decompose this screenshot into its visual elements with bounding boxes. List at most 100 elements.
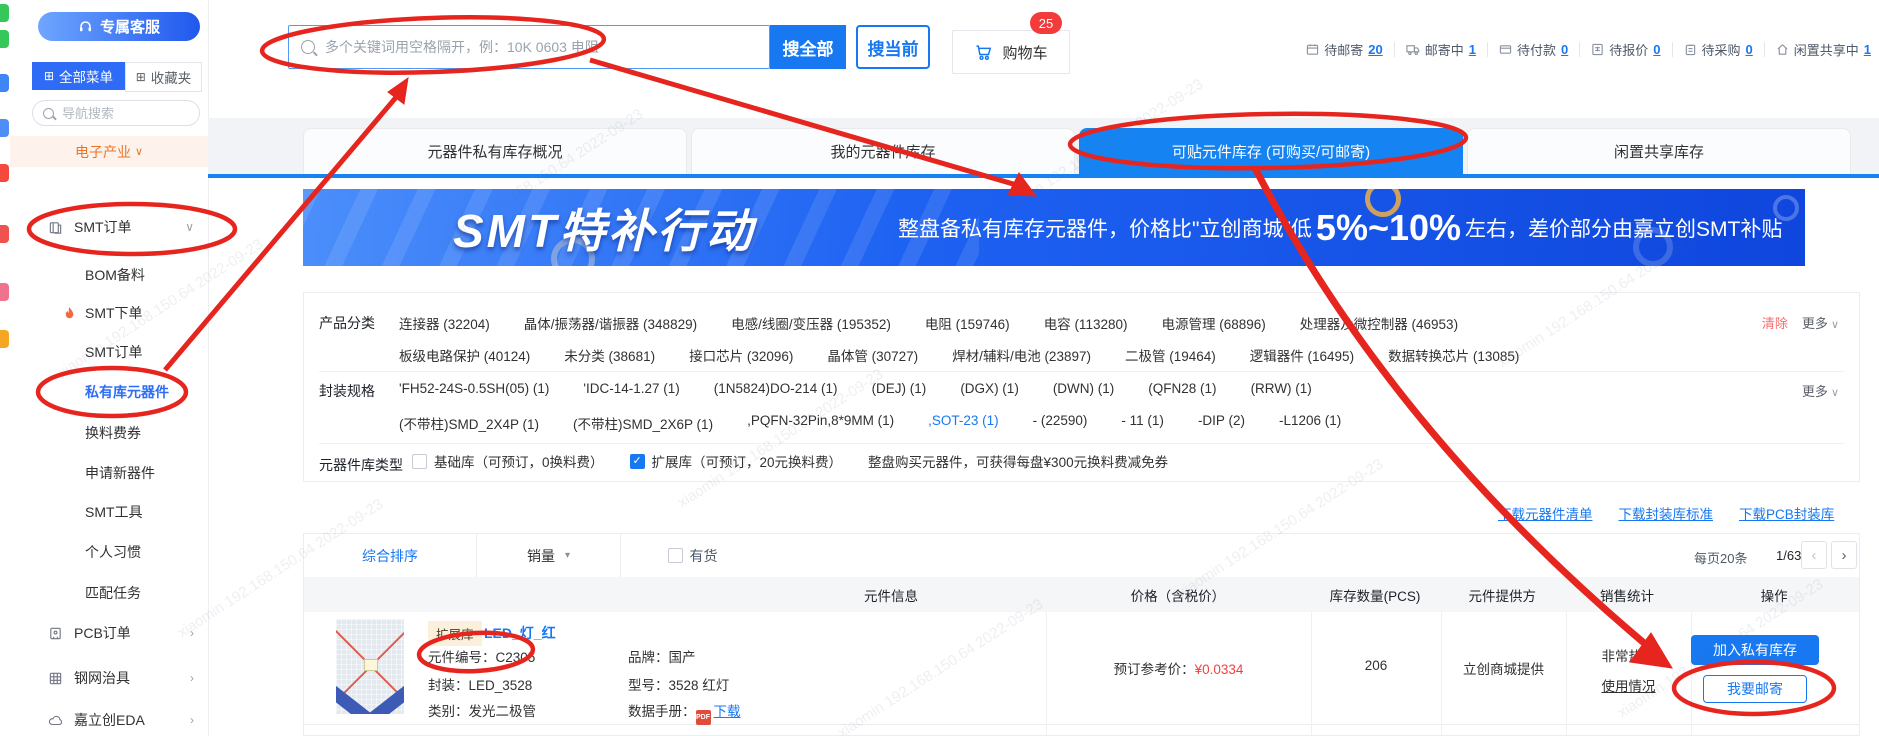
dock-app-icon[interactable] bbox=[0, 30, 9, 48]
part-photo[interactable] bbox=[336, 619, 404, 714]
clear-button[interactable]: 清除 bbox=[1762, 313, 1788, 332]
status-pending-quote[interactable]: 待报价0 bbox=[1591, 40, 1660, 59]
category-option[interactable]: 二极管 (19464) bbox=[1125, 345, 1216, 365]
package-option[interactable]: (不带柱)SMD_2X4P (1) bbox=[399, 413, 539, 433]
category-option[interactable]: 处理器及微控制器 (46953) bbox=[1300, 313, 1458, 333]
status-count[interactable]: 20 bbox=[1368, 42, 1382, 57]
package-option[interactable]: - (22590) bbox=[1033, 413, 1088, 433]
status-pending-payment[interactable]: 待付款0 bbox=[1499, 40, 1568, 59]
sidebar-item-smt-tools[interactable]: SMT工具 bbox=[10, 492, 208, 532]
sidebar-tab-favorites[interactable]: ⊞ 收藏夹 bbox=[125, 62, 202, 92]
dock-app-icon[interactable] bbox=[0, 283, 9, 301]
package-option[interactable]: (DEJ) (1) bbox=[872, 381, 927, 396]
sort-sales-button[interactable]: 销量 bbox=[477, 534, 621, 577]
download-package-standard-link[interactable]: 下载封装库标准 bbox=[1619, 503, 1714, 523]
status-count[interactable]: 1 bbox=[1864, 42, 1871, 57]
package-option[interactable]: (不带柱)SMD_2X6P (1) bbox=[573, 413, 713, 433]
category-option[interactable]: 电阻 (159746) bbox=[925, 313, 1010, 333]
datasheet-download-link[interactable]: 下载 bbox=[714, 704, 741, 719]
category-option[interactable]: 数据转换芯片 (13085) bbox=[1388, 345, 1519, 365]
part-search-input[interactable] bbox=[323, 38, 757, 56]
promo-banner[interactable]: SMT特补行动 整盘备私有库存元器件，价格比"立创商城"低5%~10%左右，差价… bbox=[303, 189, 1805, 266]
more-categories-button[interactable]: 更多 bbox=[1802, 313, 1839, 332]
tab-private-overview[interactable]: 元器件私有库存概况 bbox=[303, 128, 687, 174]
package-option[interactable]: ,PQFN-32Pin,8*9MM (1) bbox=[747, 413, 894, 433]
package-option[interactable]: (1N5824)DO-214 (1) bbox=[714, 381, 838, 396]
sidebar-item-apply-new-part[interactable]: 申请新器件 bbox=[10, 453, 208, 493]
nav-search-input[interactable] bbox=[60, 105, 174, 122]
search-current-button[interactable]: 搜当前 bbox=[856, 25, 930, 69]
package-option[interactable]: (QFN28 (1) bbox=[1148, 381, 1216, 396]
package-option[interactable]: -DIP (2) bbox=[1198, 413, 1245, 433]
sidebar-item-stencil[interactable]: 钢网治具 › bbox=[10, 658, 208, 698]
category-option[interactable]: 电源管理 (68896) bbox=[1161, 313, 1265, 333]
package-option[interactable]: 'FH52-24S-0.5SH(05) (1) bbox=[399, 381, 549, 396]
category-option[interactable]: 焊材/辅料/电池 (23897) bbox=[952, 345, 1091, 365]
category-option[interactable]: 电容 (113280) bbox=[1044, 313, 1128, 333]
checkbox-unchecked[interactable] bbox=[412, 454, 427, 469]
package-option[interactable]: - 11 (1) bbox=[1121, 413, 1164, 433]
status-count[interactable]: 0 bbox=[1653, 42, 1660, 57]
sidebar-item-smt-orders[interactable]: SMT订单 bbox=[10, 332, 208, 372]
checkbox-checked[interactable] bbox=[630, 454, 645, 469]
sidebar-item-personal-habits[interactable]: 个人习惯 bbox=[10, 532, 208, 572]
package-option[interactable]: (DGX) (1) bbox=[960, 381, 1019, 396]
package-option[interactable]: 'IDC-14-1.27 (1) bbox=[583, 381, 679, 396]
category-option[interactable]: 晶体/振荡器/谐振器 (348829) bbox=[524, 313, 697, 333]
tab-mountable-parts[interactable]: 可贴元件库存 (可购买/可邮寄) bbox=[1079, 128, 1463, 174]
status-count[interactable]: 0 bbox=[1746, 42, 1753, 57]
sidebar-item-eda[interactable]: 嘉立创EDA › bbox=[10, 700, 208, 736]
customer-service-button[interactable]: 专属客服 bbox=[38, 12, 200, 41]
dock-app-icon[interactable] bbox=[0, 225, 9, 243]
more-packages-button[interactable]: 更多 bbox=[1802, 381, 1839, 400]
package-option[interactable]: -L1206 (1) bbox=[1279, 413, 1341, 433]
in-stock-filter[interactable]: 有货 bbox=[621, 534, 764, 577]
category-option[interactable]: 连接器 (32204) bbox=[399, 313, 490, 333]
industry-selector[interactable]: 电子产业∨ bbox=[10, 136, 208, 167]
dock-app-icon[interactable] bbox=[0, 74, 9, 92]
sidebar-item-match-task[interactable]: 匹配任务 bbox=[10, 573, 208, 613]
package-option[interactable]: (RRW) (1) bbox=[1251, 381, 1312, 396]
sidebar-item-exchange-coupon[interactable]: 换料费券 bbox=[10, 413, 208, 453]
package-option-selected[interactable]: ,SOT-23 (1) bbox=[928, 413, 999, 433]
dock-app-icon[interactable] bbox=[0, 119, 9, 137]
category-option[interactable]: 电感/线圈/变压器 (195352) bbox=[731, 313, 891, 333]
checkbox-unchecked[interactable] bbox=[668, 548, 683, 563]
category-option[interactable]: 未分类 (38681) bbox=[564, 345, 655, 365]
dock-app-icon[interactable] bbox=[0, 4, 9, 22]
next-page-button[interactable]: › bbox=[1831, 541, 1857, 569]
status-pending-mail[interactable]: 待邮寄20 bbox=[1306, 40, 1382, 59]
status-idle-sharing[interactable]: 闲置共享中1 bbox=[1776, 40, 1871, 59]
tab-my-parts[interactable]: 我的元器件库存 bbox=[691, 128, 1075, 174]
sidebar-tab-all-menu[interactable]: ⊞ 全部菜单 bbox=[32, 62, 125, 90]
sidebar-item-bom[interactable]: BOM备料 bbox=[10, 255, 208, 295]
status-count[interactable]: 1 bbox=[1469, 42, 1476, 57]
sidebar-item-private-parts[interactable]: 私有库元器件 bbox=[10, 372, 208, 412]
download-parts-list-link[interactable]: 下载元器件清单 bbox=[1498, 503, 1593, 523]
basic-library-option[interactable]: 基础库（可预订，0换料费） bbox=[412, 451, 604, 471]
prev-page-button[interactable]: ‹ bbox=[1801, 541, 1827, 569]
dock-app-icon[interactable] bbox=[0, 164, 9, 182]
search-all-button[interactable]: 搜全部 bbox=[770, 25, 846, 69]
tab-idle-share[interactable]: 闲置共享库存 bbox=[1467, 128, 1851, 174]
category-option[interactable]: 晶体管 (30727) bbox=[827, 345, 918, 365]
nav-search[interactable] bbox=[32, 100, 200, 126]
add-to-private-library-button[interactable]: 加入私有库存 bbox=[1691, 635, 1819, 665]
sidebar-item-smt-order-parent[interactable]: SMT订单 ∨ bbox=[10, 207, 208, 247]
extended-library-option[interactable]: 扩展库（可预订，20元换料费） bbox=[630, 451, 843, 471]
status-pending-purchase[interactable]: 待采购0 bbox=[1684, 40, 1753, 59]
sidebar-item-pcb-order[interactable]: PCB订单 › bbox=[10, 613, 208, 653]
dock-app-icon[interactable] bbox=[0, 330, 9, 348]
category-option[interactable]: 逻辑器件 (16495) bbox=[1250, 345, 1354, 365]
category-option[interactable]: 板级电路保护 (40124) bbox=[399, 345, 530, 365]
download-pcb-library-link[interactable]: 下载PCB封装库 bbox=[1739, 503, 1834, 523]
category-option[interactable]: 接口芯片 (32096) bbox=[689, 345, 793, 365]
usage-link[interactable]: 使用情况 bbox=[1566, 675, 1691, 695]
part-search[interactable] bbox=[288, 25, 770, 69]
status-count[interactable]: 0 bbox=[1561, 42, 1568, 57]
status-mailing[interactable]: 邮寄中1 bbox=[1406, 40, 1476, 59]
sort-composite-button[interactable]: 综合排序 bbox=[304, 534, 477, 577]
cart-button[interactable]: 购物车 bbox=[952, 30, 1070, 74]
part-name-link[interactable]: LED_灯_红 bbox=[484, 623, 556, 643]
sidebar-item-smt-place-order[interactable]: SMT下单 bbox=[10, 293, 208, 333]
